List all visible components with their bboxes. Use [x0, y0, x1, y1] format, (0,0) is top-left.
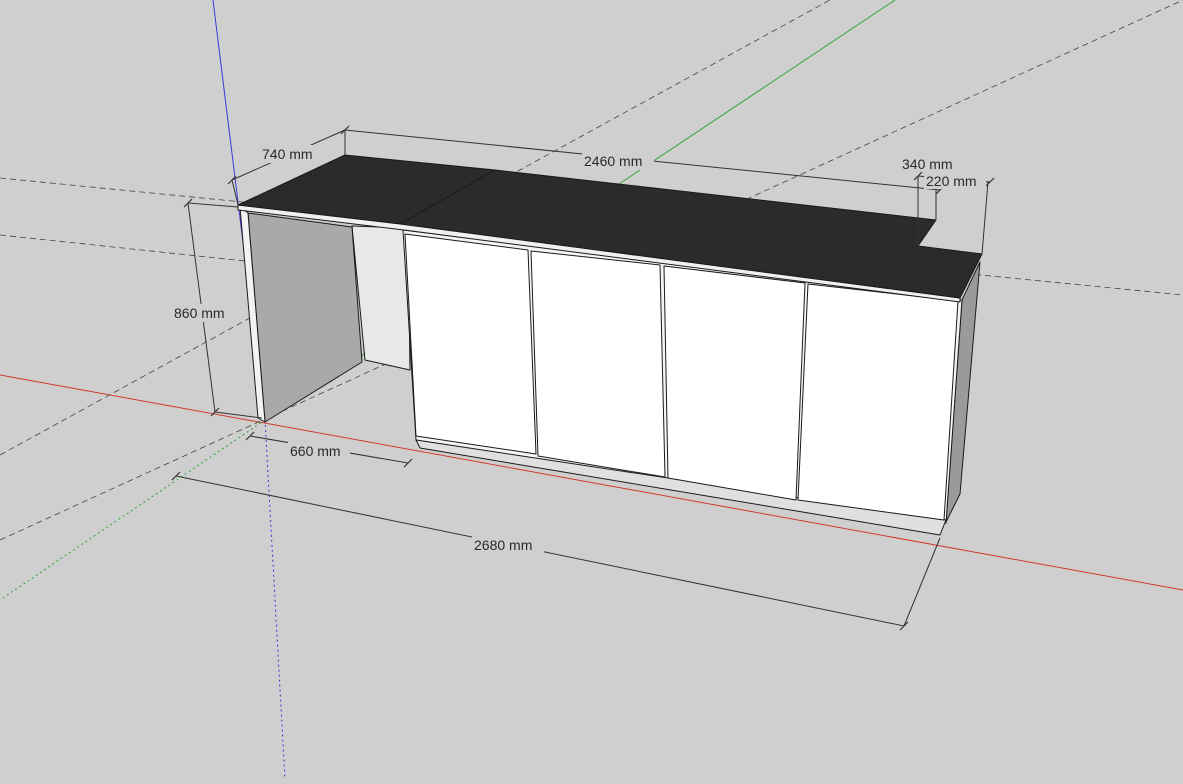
dimension-label-height: 860 mm [174, 305, 225, 321]
sketchup-viewport[interactable]: 740 mm 2460 mm 340 mm 220 mm 860 mm 660 … [0, 0, 1183, 780]
cabinet-door-2 [530, 250, 666, 478]
dimension-label-top-depth-right: 340 mm [902, 156, 953, 172]
dimension-label-top-length: 2460 mm [584, 153, 642, 169]
dimension-label-overall-length: 2680 mm [474, 537, 532, 553]
dimension-label-notch-depth: 220 mm [926, 173, 977, 189]
model-canvas[interactable]: 740 mm 2460 mm 340 mm 220 mm 860 mm 660 … [0, 0, 1183, 780]
dimension-label-leg-opening: 660 mm [290, 443, 341, 459]
left-leg-panel [247, 212, 363, 423]
cabinet-door-4 [797, 283, 959, 521]
green-axis-negative [0, 419, 266, 601]
blue-axis-negative [264, 419, 286, 780]
cabinet-door-1 [404, 233, 537, 455]
dimension-label-counter-depth: 740 mm [262, 146, 313, 162]
cabinet-model[interactable] [237, 154, 983, 536]
cabinet-door-3 [663, 265, 806, 501]
